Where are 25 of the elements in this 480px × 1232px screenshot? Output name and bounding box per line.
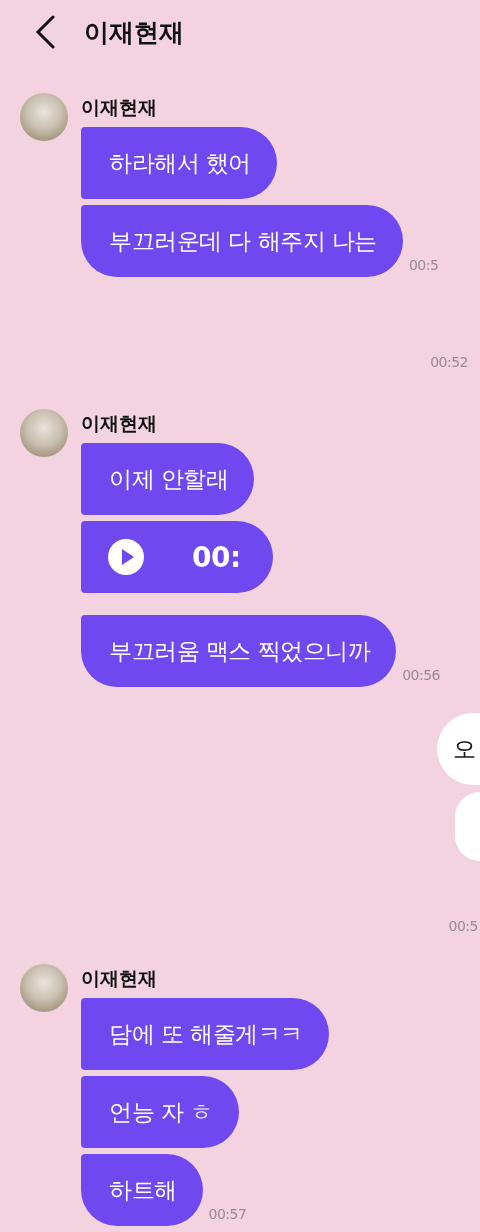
- message-time: 00:56: [402, 667, 440, 683]
- message-bubble: 담에 또 해줄게ㅋㅋ: [81, 998, 329, 1070]
- avatar-photo[interactable]: [20, 964, 68, 1012]
- message-time: 00:57: [208, 1206, 247, 1222]
- back-icon[interactable]: [34, 15, 56, 49]
- message-bubble: [455, 792, 480, 861]
- chat-title: 이재현재: [84, 16, 184, 49]
- message-bubble: 이제 안할래: [81, 443, 255, 515]
- sender-name: 이재현재: [81, 95, 158, 120]
- message-time: 00:5: [448, 918, 478, 934]
- voice-message[interactable]: 00:: [81, 521, 273, 593]
- message-bubble: 부끄러운데 다 해주지 나는: [81, 205, 403, 277]
- message-bubble: 하트해: [81, 1154, 203, 1226]
- sender-name: 이재현재: [81, 966, 158, 991]
- message-bubble: 언능 자 ㅎ: [81, 1076, 239, 1148]
- play-icon[interactable]: [108, 539, 144, 575]
- voice-duration: 00:: [192, 540, 241, 574]
- message-time: 00:52: [430, 354, 468, 370]
- avatar-photo[interactable]: [20, 409, 68, 457]
- sender-name: 이재현재: [81, 411, 158, 436]
- message-bubble: 하라해서 했어: [81, 127, 277, 199]
- message-bubble: 오: [437, 713, 480, 785]
- message-time: 00:5: [408, 257, 439, 273]
- message-bubble: 부끄러움 맥스 찍었으니까: [81, 615, 397, 687]
- avatar-photo[interactable]: [20, 93, 68, 141]
